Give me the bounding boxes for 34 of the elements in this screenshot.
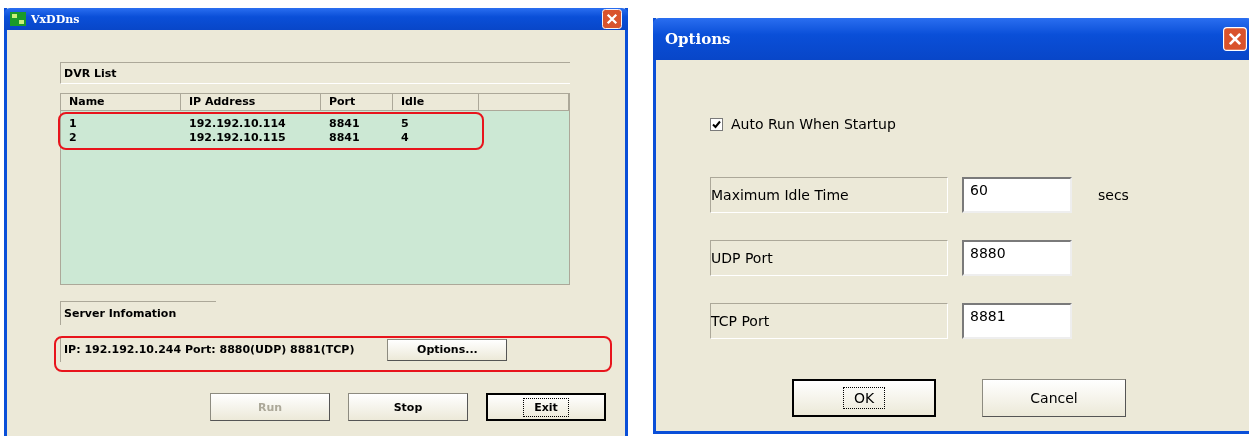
column-header[interactable]: IP Address — [181, 94, 321, 111]
window-title: Options — [665, 30, 731, 48]
table-cell-text: 8841 — [328, 117, 361, 131]
input-field[interactable]: 8881 — [962, 303, 1072, 339]
checkbox[interactable] — [710, 117, 723, 131]
table-cell-text: 5 — [400, 117, 410, 131]
column-header[interactable]: Idle — [393, 94, 479, 111]
section-label: DVR List — [64, 66, 117, 80]
dialog-button[interactable]: Stop — [348, 393, 468, 421]
checkbox-label[interactable]: Auto Run When Startup — [731, 116, 896, 132]
table-cell-text: 192.192.10.115 — [188, 131, 287, 145]
table-cell-text: 1 — [68, 117, 78, 131]
field-label: UDP Port — [710, 240, 948, 276]
table-cell-text: 192.192.10.114 — [188, 117, 287, 131]
close-icon[interactable] — [602, 9, 622, 29]
column-header[interactable]: Name — [61, 94, 181, 111]
unit-label: secs — [1098, 187, 1129, 203]
dialog-button[interactable]: Cancel — [982, 379, 1126, 417]
server-info-text: IP: 192.192.10.244 Port: 8880(UDP) 8881(TCP) — [60, 337, 358, 362]
table-cell-text: 8841 — [328, 131, 361, 145]
dialog-button[interactable]: OK — [792, 379, 936, 417]
window-title: VxDDns — [31, 12, 80, 26]
table-cell-text: 2 — [68, 131, 78, 145]
app-icon — [10, 12, 26, 26]
options-button[interactable]: Options... — [387, 338, 508, 361]
table-cell-text: 4 — [400, 131, 410, 145]
dialog-button[interactable]: Exit — [486, 393, 606, 421]
input-field[interactable]: 60 — [962, 177, 1072, 213]
column-header[interactable]: Port — [321, 94, 393, 111]
field-label: Maximum Idle Time — [710, 177, 948, 213]
field-label: TCP Port — [710, 303, 948, 339]
section-label: Server Infomation — [64, 307, 177, 320]
close-icon[interactable] — [1223, 27, 1247, 51]
input-field[interactable]: 8880 — [962, 240, 1072, 276]
